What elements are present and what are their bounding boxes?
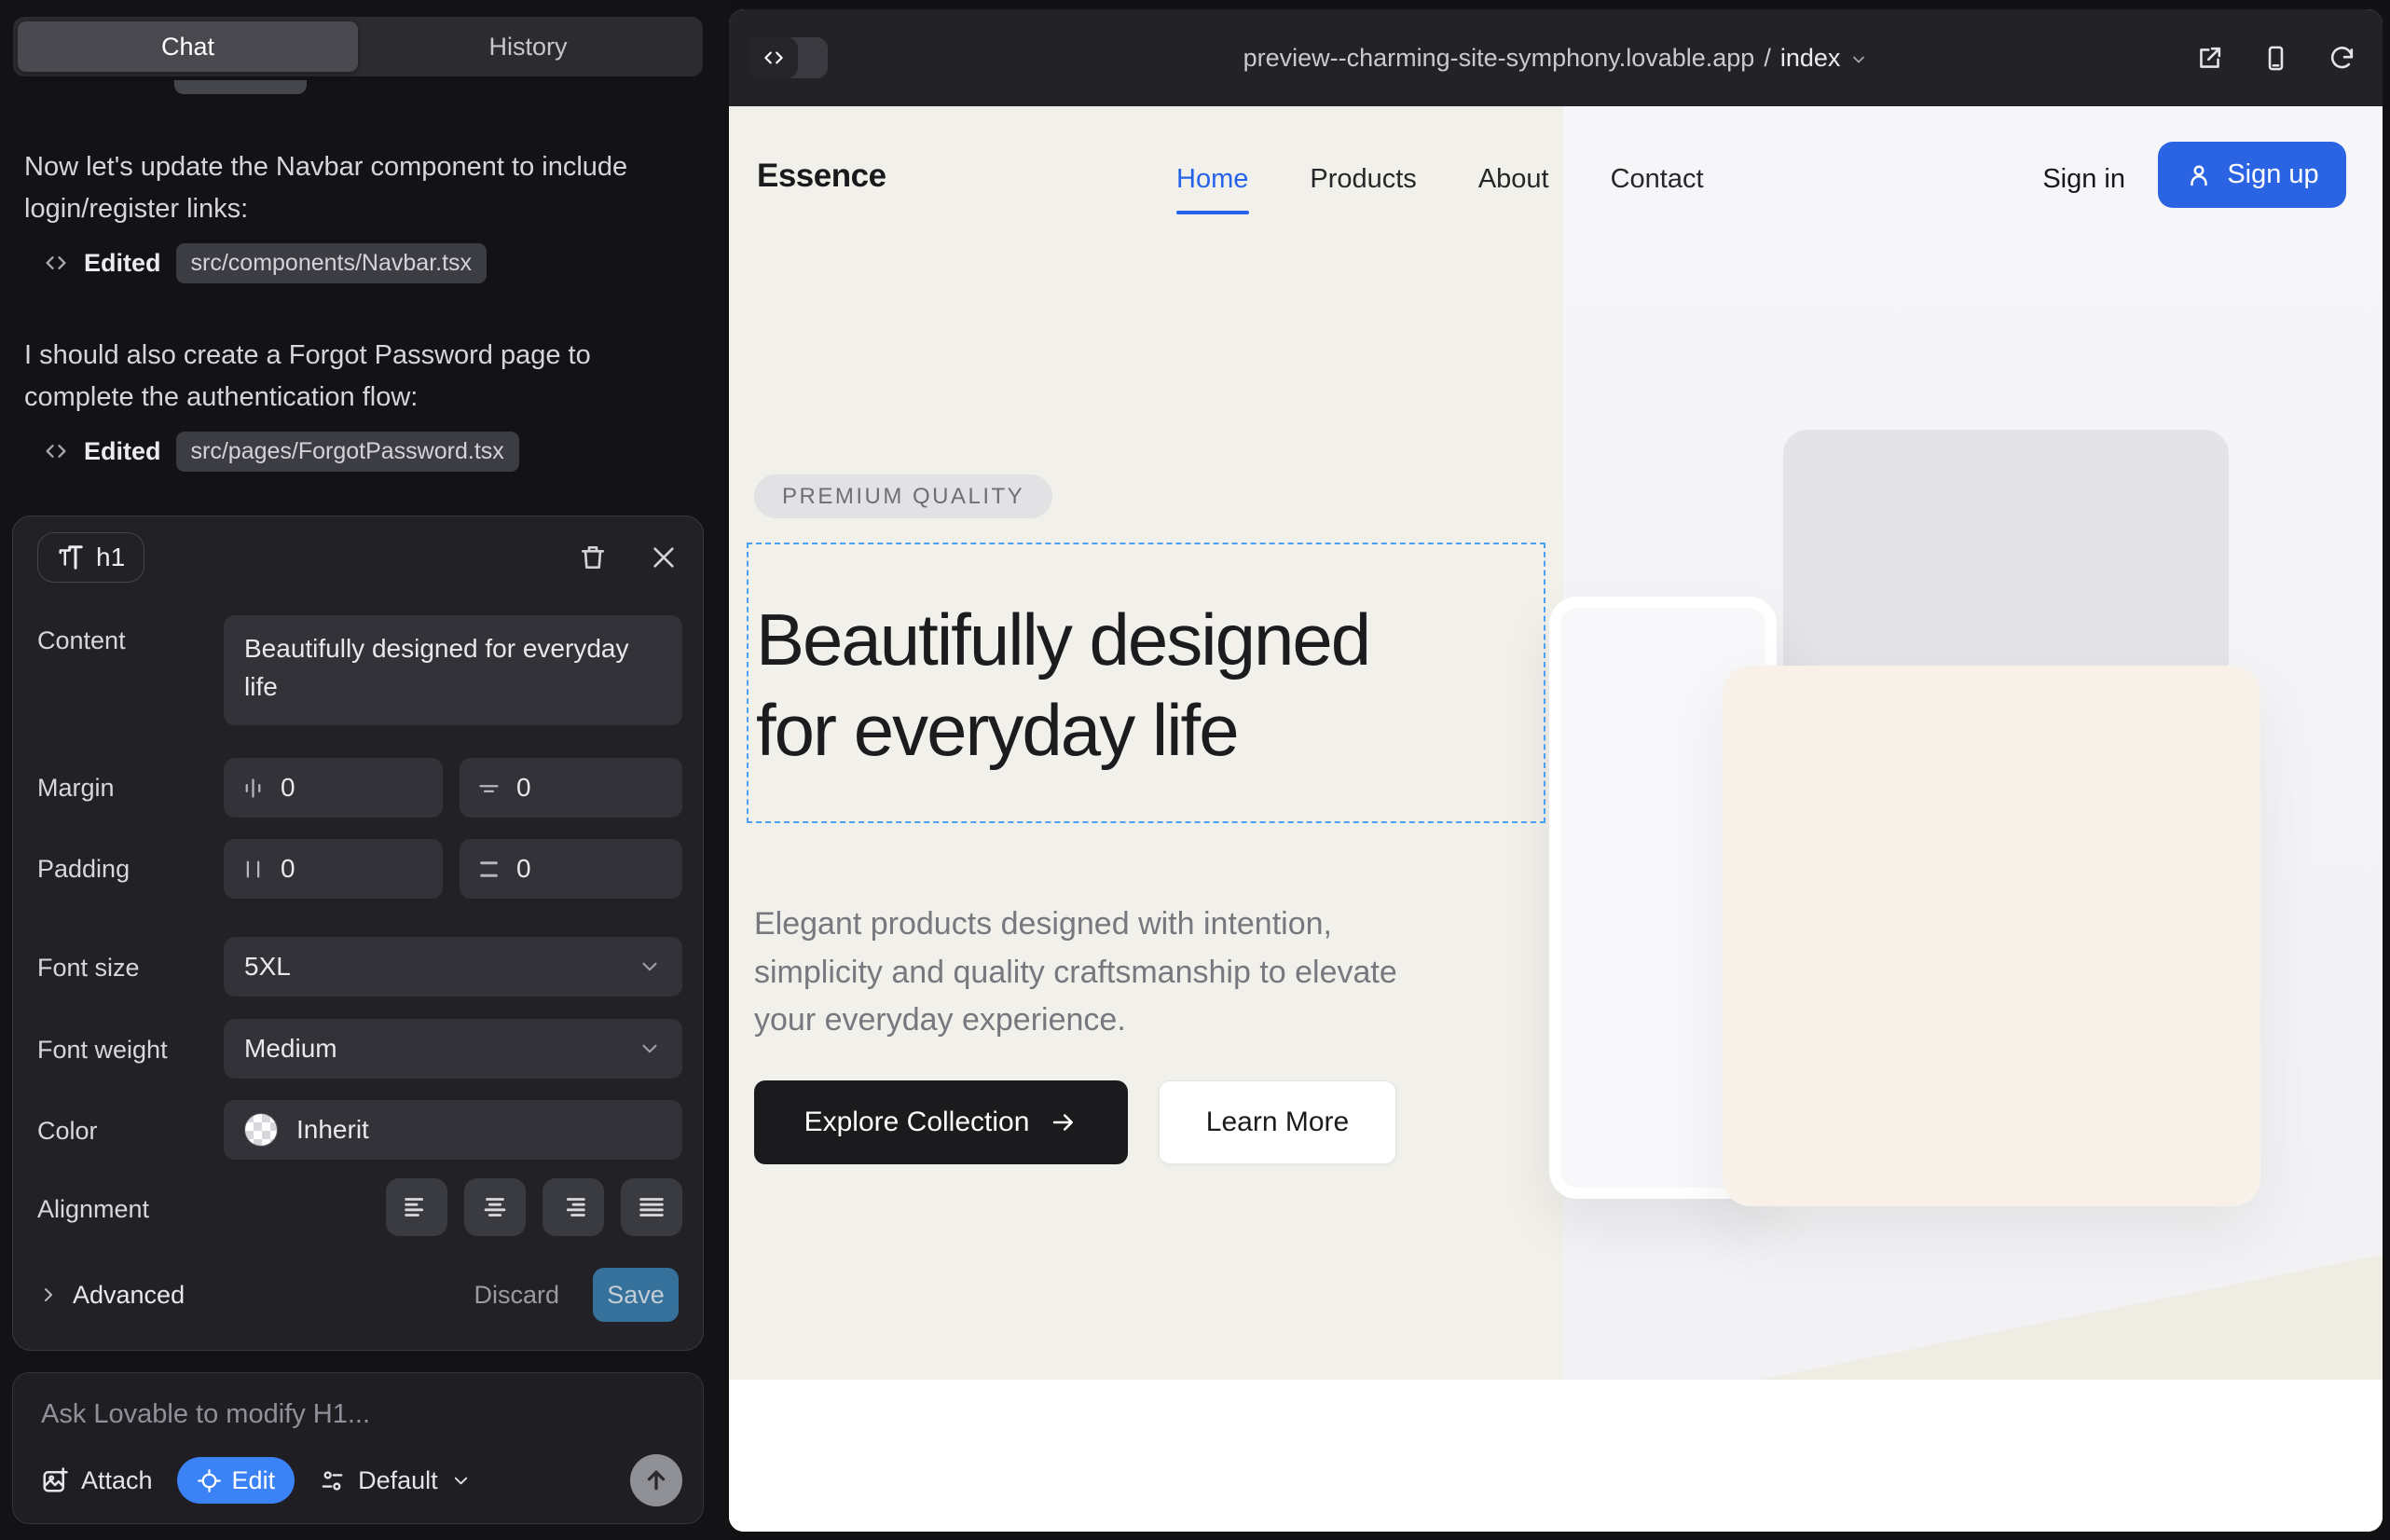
selected-element-outline[interactable]: Beautifully designed for everyday life (747, 543, 1545, 823)
edited-file-row: Edited src/components/Navbar.tsx (43, 242, 487, 283)
site-nav: Home Products About Contact (1176, 164, 1704, 195)
code-icon (43, 250, 69, 276)
url-path: index (1780, 44, 1841, 73)
save-button[interactable]: Save (593, 1268, 679, 1322)
url-bar[interactable]: preview--charming-site-symphony.lovable.… (729, 9, 2383, 106)
align-justify-button[interactable] (621, 1178, 682, 1236)
advanced-toggle[interactable]: Advanced (37, 1281, 185, 1310)
signup-button[interactable]: Sign up (2158, 142, 2346, 208)
tab-chat[interactable]: Chat (18, 21, 358, 72)
quality-badge: PREMIUM QUALITY (754, 474, 1052, 518)
element-tag: h1 (96, 543, 125, 572)
color-swatch (244, 1113, 278, 1147)
learn-more-button[interactable]: Learn More (1159, 1080, 1396, 1164)
color-label: Color (37, 1117, 98, 1146)
url-separator: / (1764, 44, 1771, 73)
edited-label: Edited (84, 437, 161, 466)
margin-horizontal-icon (240, 776, 266, 801)
composer-input[interactable]: Ask Lovable to modify H1... (41, 1399, 370, 1430)
refresh-button[interactable] (2328, 44, 2356, 73)
decorative-card-cream (1723, 666, 2260, 1206)
align-right-button[interactable] (543, 1178, 604, 1236)
alignment-label: Alignment (37, 1195, 149, 1224)
nav-link-about[interactable]: About (1478, 164, 1549, 195)
padding-label: Padding (37, 855, 130, 884)
chevron-down-icon (638, 955, 662, 979)
margin-vertical-icon (476, 776, 501, 801)
margin-label: Margin (37, 774, 115, 803)
chat-sidebar: Chat History Now let's update the Navbar… (0, 0, 727, 1540)
chevron-right-icon (37, 1284, 60, 1306)
editor-header: h1 (37, 531, 679, 584)
preview-header: preview--charming-site-symphony.lovable.… (729, 9, 2383, 106)
nav-link-products[interactable]: Products (1310, 164, 1416, 195)
edited-label: Edited (84, 249, 161, 278)
margin-y-input[interactable]: 0 (460, 758, 682, 818)
chevron-down-icon (1849, 50, 1868, 69)
nav-link-home[interactable]: Home (1176, 164, 1248, 195)
open-external-button[interactable] (2195, 44, 2224, 73)
hero-headline[interactable]: Beautifully designed for everyday life (756, 595, 1408, 776)
padding-x-input[interactable]: 0 (224, 839, 443, 899)
hero-description: Elegant products designed with intention… (754, 901, 1444, 1045)
chevron-down-icon (450, 1470, 472, 1492)
font-weight-select[interactable]: Medium (224, 1019, 682, 1079)
tab-history[interactable]: History (358, 21, 698, 72)
arrow-right-icon (1050, 1108, 1078, 1136)
content-label: Content (37, 626, 126, 655)
sliders-icon (319, 1467, 346, 1494)
explore-collection-button[interactable]: Explore Collection (754, 1080, 1128, 1164)
content-textarea[interactable]: Beautifully designed for everyday life (224, 615, 682, 725)
site-logo[interactable]: Essence (757, 158, 886, 195)
type-icon (57, 543, 85, 571)
site-canvas: Essence Home Products About Contact Sign… (729, 106, 2383, 1532)
active-nav-underline (1176, 211, 1249, 214)
file-badge[interactable]: src/components/Navbar.tsx (176, 243, 488, 283)
attach-image-icon (41, 1466, 69, 1494)
color-picker[interactable]: Inherit (224, 1100, 682, 1160)
code-icon (43, 438, 69, 464)
element-editor-panel: h1 Content Beautifully designed for ever… (12, 516, 704, 1351)
assistant-message: I should also create a Forgot Password p… (24, 335, 654, 419)
padding-horizontal-icon (240, 857, 266, 882)
discard-button[interactable]: Discard (474, 1281, 559, 1310)
font-size-select[interactable]: 5XL (224, 937, 682, 997)
delete-element-button[interactable] (578, 543, 608, 572)
align-left-button[interactable] (386, 1178, 447, 1236)
user-icon (2185, 161, 2213, 189)
assistant-message: Now let's update the Navbar component to… (24, 146, 654, 230)
edit-mode-button[interactable]: Edit (177, 1457, 295, 1504)
nav-link-contact[interactable]: Contact (1611, 164, 1704, 195)
font-weight-label: Font weight (37, 1036, 168, 1065)
padding-vertical-icon (476, 857, 501, 882)
preview-panel: preview--charming-site-symphony.lovable.… (729, 9, 2383, 1532)
next-section-background (729, 1380, 2383, 1532)
close-editor-button[interactable] (649, 543, 679, 572)
scrolled-badge-fragment (174, 80, 307, 94)
send-button[interactable] (630, 1454, 682, 1506)
chevron-down-icon (638, 1037, 662, 1061)
selected-element-chip[interactable]: h1 (37, 532, 144, 583)
padding-y-input[interactable]: 0 (460, 839, 682, 899)
chat-composer[interactable]: Ask Lovable to modify H1... Attach Edit (12, 1372, 704, 1524)
edited-file-row: Edited src/pages/ForgotPassword.tsx (43, 431, 519, 472)
crosshair-icon (197, 1468, 222, 1493)
sidebar-tabbar: Chat History (13, 17, 703, 76)
url-host: preview--charming-site-symphony.lovable.… (1243, 44, 1755, 73)
attach-button[interactable]: Attach (41, 1466, 153, 1495)
file-badge[interactable]: src/pages/ForgotPassword.tsx (176, 432, 519, 472)
margin-x-input[interactable]: 0 (224, 758, 443, 818)
mobile-view-button[interactable] (2261, 44, 2290, 73)
app: Chat History Now let's update the Navbar… (0, 0, 2390, 1540)
font-size-label: Font size (37, 954, 140, 983)
mode-selector[interactable]: Default (319, 1466, 472, 1495)
signin-link[interactable]: Sign in (2042, 164, 2125, 195)
align-center-button[interactable] (464, 1178, 526, 1236)
